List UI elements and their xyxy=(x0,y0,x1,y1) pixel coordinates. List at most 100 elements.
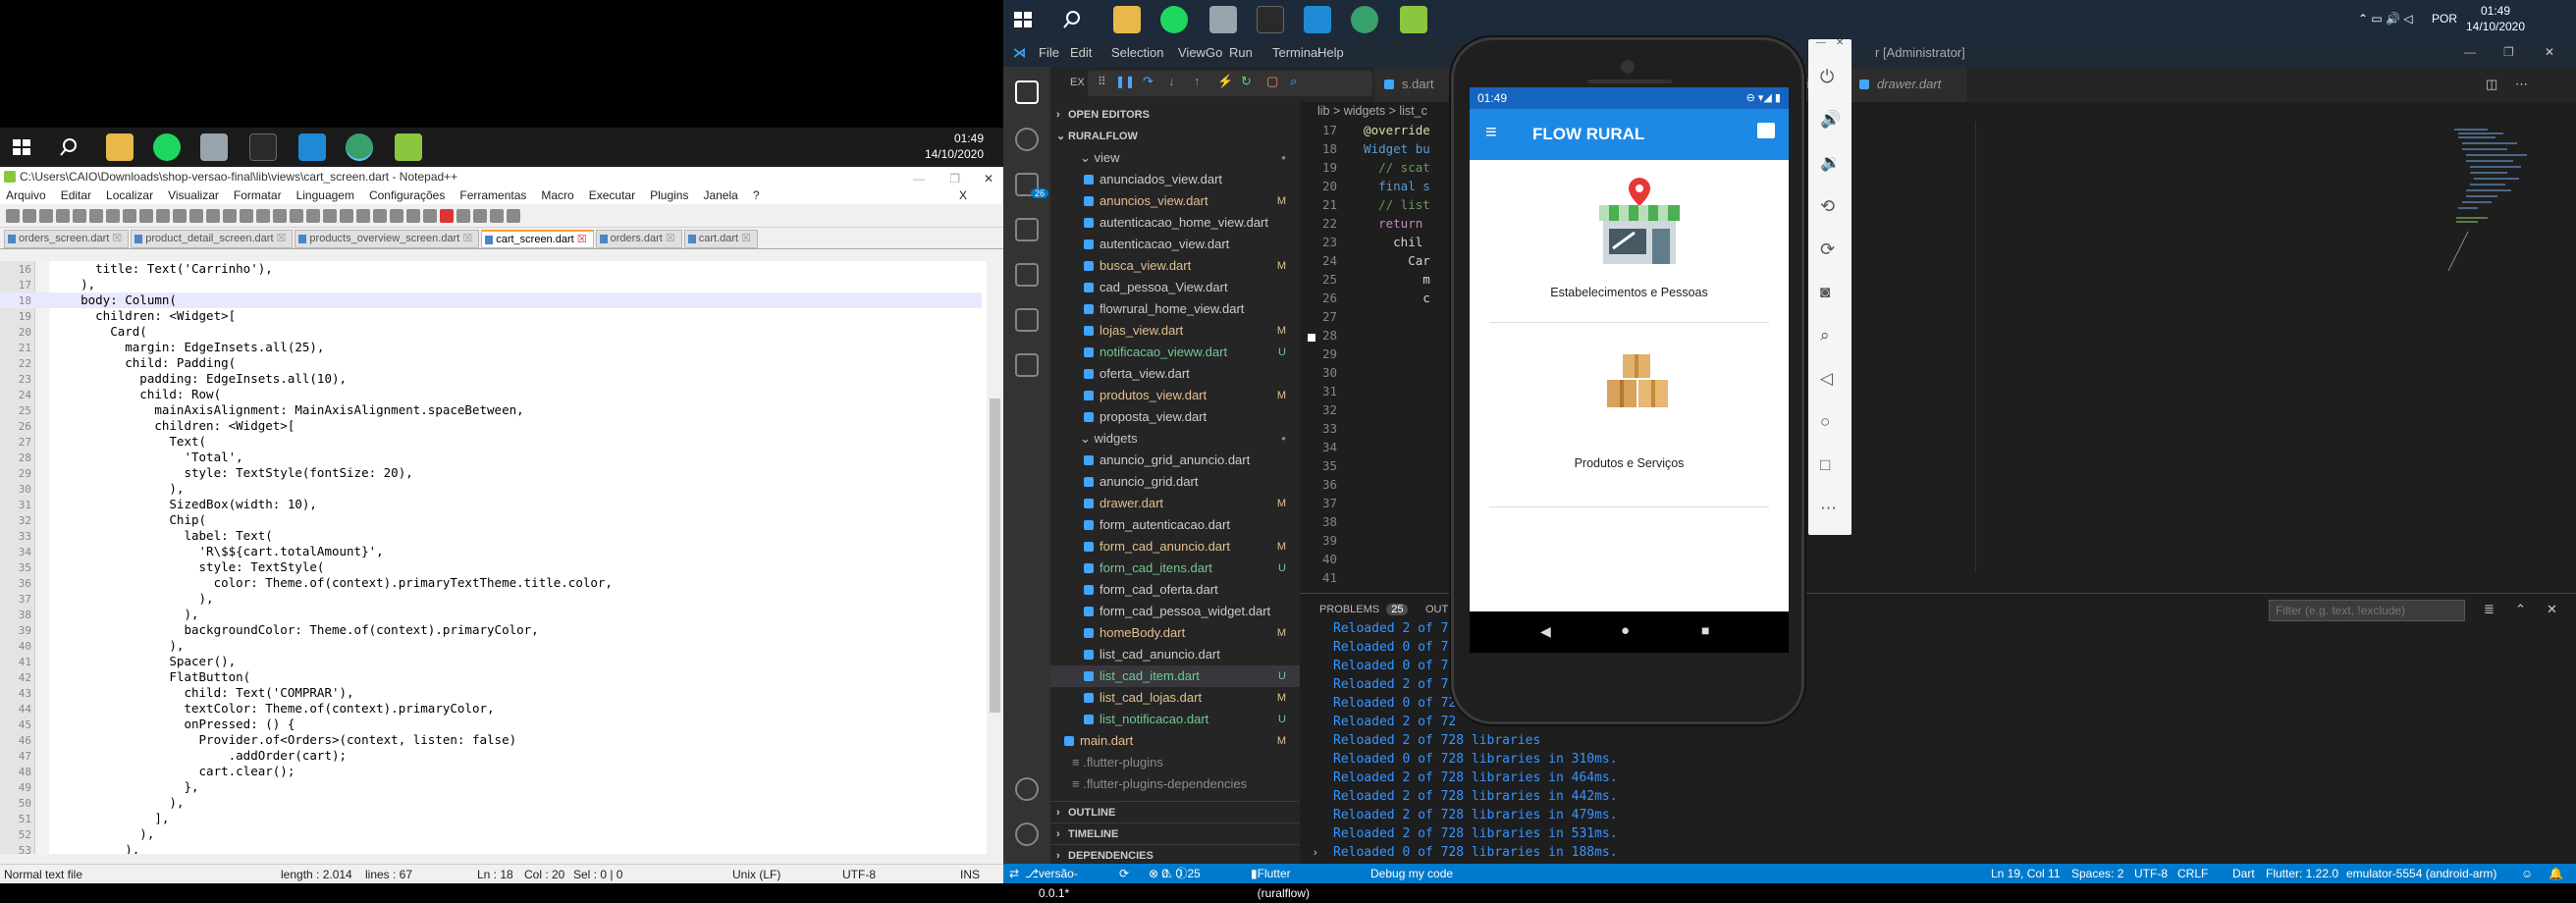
breadcrumb[interactable]: lib > widgets > list_c xyxy=(1317,104,1427,118)
explorer-file[interactable]: drawer.dart M xyxy=(1050,493,1300,514)
notepad-tab[interactable]: product_detail_screen.dart ☒ xyxy=(131,230,294,248)
close-icon[interactable] xyxy=(73,208,86,223)
close-document-icon[interactable]: X xyxy=(959,186,967,204)
home-icon[interactable]: ○ xyxy=(1820,412,1840,432)
android-studio-icon[interactable] xyxy=(1351,6,1378,33)
close-icon[interactable]: ✕ xyxy=(2545,45,2554,59)
flutter-status[interactable]: ▮ Flutter (ruralflow) xyxy=(1251,864,1310,900)
folder-workspace-icon[interactable] xyxy=(406,208,420,223)
open-file-icon[interactable] xyxy=(23,208,36,223)
menu-item[interactable]: Editar xyxy=(61,186,91,204)
run-macro-icon[interactable] xyxy=(490,208,504,223)
power-icon[interactable]: ⏻ xyxy=(1820,67,1840,86)
left-taskbar-clock[interactable]: 01:49 14/10/2020 xyxy=(925,131,984,162)
timeline-section[interactable]: › TIMELINE xyxy=(1050,823,1300,844)
menu-item[interactable]: Formatar xyxy=(234,186,282,204)
right-taskbar-clock[interactable]: 01:49 14/10/2020 xyxy=(2456,3,2535,34)
notifications-bell-icon[interactable]: 🔔 xyxy=(2549,864,2563,883)
search-icon[interactable] xyxy=(1058,6,1086,33)
step-into-icon[interactable]: ↓ xyxy=(1168,74,1175,88)
overview-icon[interactable]: □ xyxy=(1820,455,1840,475)
minimize-icon[interactable]: — xyxy=(913,169,925,188)
menu-item[interactable]: Help xyxy=(1317,45,1344,60)
close-tab-icon[interactable]: ☒ xyxy=(738,233,751,244)
close-panel-icon[interactable]: ✕ xyxy=(2547,602,2557,617)
maximize-panel-icon[interactable]: ⌃ xyxy=(2515,602,2526,617)
explorer-file[interactable]: homeBody.dart M xyxy=(1050,622,1300,644)
close-all-icon[interactable] xyxy=(89,208,103,223)
new-file-icon[interactable] xyxy=(6,208,20,223)
flutter-icon[interactable] xyxy=(1015,353,1039,377)
menu-item[interactable]: Linguagem xyxy=(296,186,354,204)
save-macro-icon[interactable] xyxy=(507,208,520,223)
menu-item[interactable]: Plugins xyxy=(650,186,688,204)
vscode-icon[interactable] xyxy=(298,133,326,161)
chat-icon[interactable] xyxy=(1757,123,1775,138)
redo-icon[interactable] xyxy=(189,208,203,223)
close-tab-icon[interactable]: ☒ xyxy=(109,233,122,244)
all-chars-icon[interactable] xyxy=(323,208,337,223)
explorer-folder[interactable]: ⌄ widgets ● xyxy=(1050,428,1300,450)
explorer-file[interactable]: form_cad_anuncio.dart M xyxy=(1050,536,1300,558)
zoom-icon[interactable]: ⌕ xyxy=(1820,326,1840,345)
back-icon[interactable]: ◁ xyxy=(1820,369,1840,389)
indent-guide-icon[interactable] xyxy=(340,208,353,223)
emulator-minimize-icon[interactable]: — xyxy=(1816,37,1826,48)
restart-icon[interactable]: ↻ xyxy=(1241,74,1252,89)
file-explorer-icon[interactable] xyxy=(1113,6,1141,33)
paste-icon[interactable] xyxy=(156,208,170,223)
indentation[interactable]: Spaces: 2 xyxy=(2071,864,2123,883)
cursor-position[interactable]: Ln 19, Col 11 xyxy=(1991,864,2061,883)
inspect-widget-icon[interactable]: ⌕ xyxy=(1290,74,1297,89)
flutter-version[interactable]: Flutter: 1.22.0 xyxy=(2266,864,2338,883)
device-screen[interactable]: 01:49 ⊖ ▾◢ ▮ ≡ FLOW RURAL Estabeleciment… xyxy=(1470,87,1789,653)
recents-icon[interactable]: ■ xyxy=(1701,622,1709,638)
explorer-file[interactable]: autenticacao_home_view.dart xyxy=(1050,212,1300,234)
lang-icon[interactable] xyxy=(356,208,370,223)
maximize-icon[interactable]: ❐ xyxy=(2503,45,2514,59)
close-tab-icon[interactable]: ☒ xyxy=(574,234,587,245)
drag-handle-icon[interactable]: ⠿ xyxy=(1098,75,1106,88)
step-out-icon[interactable]: ↑ xyxy=(1194,74,1201,88)
explorer-icon[interactable] xyxy=(1015,80,1039,104)
replace-icon[interactable] xyxy=(223,208,237,223)
line-ending[interactable]: CRLF xyxy=(2177,864,2208,883)
explorer-file[interactable]: lojas_view.dart M xyxy=(1050,320,1300,342)
tray-language[interactable]: POR xyxy=(2432,12,2457,26)
problems-status[interactable]: ⊗ 0 ⚠ 0 ⓘ 25 xyxy=(1149,864,1201,883)
zoom-out-icon[interactable] xyxy=(256,208,270,223)
explorer-file[interactable]: anuncio_grid_anuncio.dart xyxy=(1050,450,1300,471)
zoom-in-icon[interactable] xyxy=(240,208,253,223)
menu-item[interactable]: Run xyxy=(1229,45,1253,60)
tray-icons[interactable]: ⌃ ▭ 🔊 ◁ xyxy=(2358,12,2413,26)
editor-tab[interactable]: s.dart xyxy=(1374,67,1457,102)
manage-gear-icon[interactable] xyxy=(1015,823,1039,846)
ruralflow-section[interactable]: ⌄ RURALFLOW xyxy=(1050,126,1300,147)
breakpoint-marker[interactable] xyxy=(1308,334,1315,342)
account-icon[interactable] xyxy=(1015,777,1039,801)
encoding[interactable]: UTF-8 xyxy=(2134,864,2168,883)
cut-icon[interactable] xyxy=(123,208,136,223)
explorer-file[interactable]: list_cad_lojas.dart M xyxy=(1050,687,1300,709)
notepad-tab[interactable]: orders.dart ☒ xyxy=(595,230,682,248)
outline-section[interactable]: › OUTLINE xyxy=(1050,801,1300,823)
extensions-icon[interactable] xyxy=(1015,263,1039,287)
device-selector[interactable]: emulator-5554 (android-arm) xyxy=(2346,864,2496,883)
doc-map-icon[interactable] xyxy=(373,208,387,223)
print-icon[interactable] xyxy=(106,208,120,223)
explorer-file[interactable]: main.dart M xyxy=(1050,730,1300,752)
open-editors-section[interactable]: › OPEN EDITORS xyxy=(1050,104,1300,126)
emulator-close-icon[interactable]: ✕ xyxy=(1836,37,1844,48)
play-macro-icon[interactable] xyxy=(473,208,487,223)
menu-item[interactable]: Go xyxy=(1206,45,1222,60)
pause-icon[interactable]: ❚❚ xyxy=(1115,75,1135,88)
menu-item[interactable]: Terminal xyxy=(1272,45,1320,60)
menu-item[interactable]: Edit xyxy=(1070,45,1092,60)
close-icon[interactable]: ✕ xyxy=(984,169,993,188)
record-macro-icon[interactable] xyxy=(440,208,454,223)
word-wrap-icon[interactable] xyxy=(306,208,320,223)
screenshot-camera-icon[interactable]: ◙ xyxy=(1820,283,1840,302)
more-actions-icon[interactable]: ⋯ xyxy=(2515,77,2528,92)
terminal-icon[interactable] xyxy=(249,133,277,161)
spotify-icon[interactable] xyxy=(153,133,181,161)
